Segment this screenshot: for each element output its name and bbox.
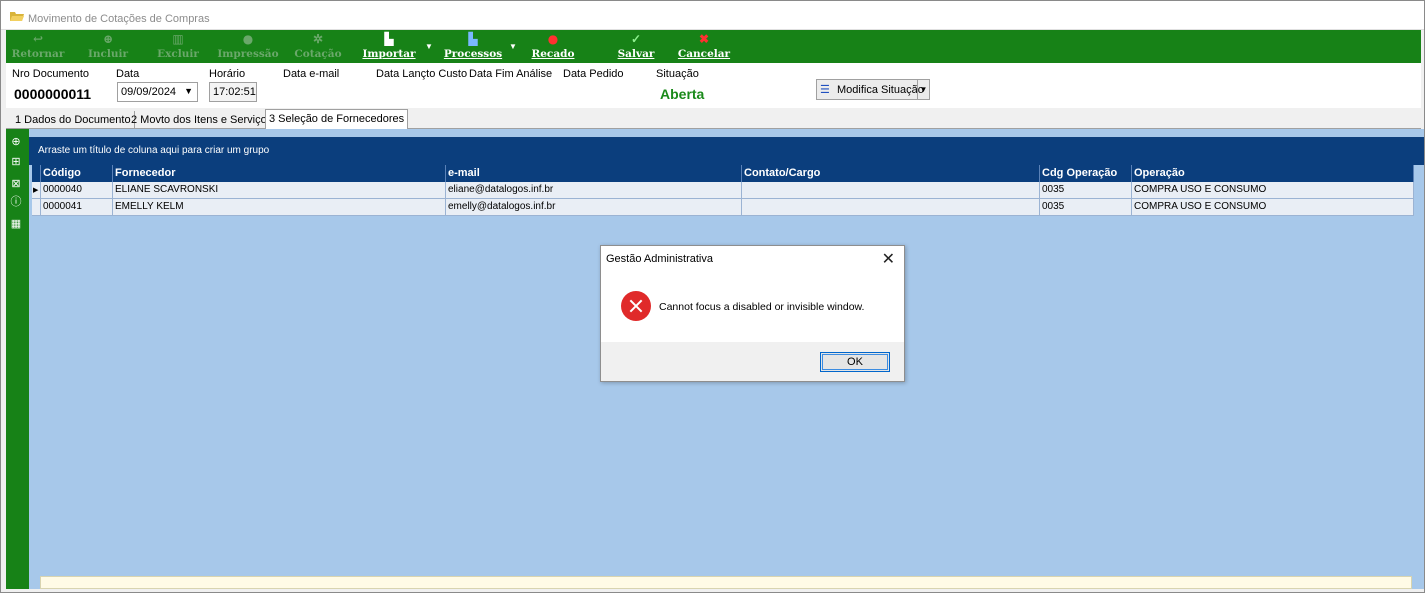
grid-footer — [40, 576, 1412, 589]
undo-icon: ↩ — [32, 32, 44, 46]
message-icon: ● — [547, 32, 559, 46]
tab-selecao-fornecedores[interactable]: 3 Seleção de Fornecedores — [265, 109, 409, 130]
modifica-situacao-label: Modifica Situação — [837, 84, 924, 96]
row-indicator — [32, 199, 41, 216]
recado-button[interactable]: ● Recado — [528, 30, 578, 63]
data-value: 09/09/2024 — [121, 86, 177, 98]
cell-fornecedor[interactable]: EMELLY KELM — [113, 199, 446, 216]
horario-label: Horário — [209, 68, 246, 80]
col-operacao-header[interactable]: Operação — [1132, 165, 1414, 182]
window-title: Movimento de Cotações de Compras — [28, 13, 210, 25]
close-icon[interactable]: ✕ — [882, 249, 895, 269]
cell-operacao[interactable]: COMPRA USO E CONSUMO — [1132, 199, 1414, 216]
tab-bar: 1 Dados do Documento 2 Movto dos Itens e… — [6, 109, 1421, 130]
col-codigo-header[interactable]: Código — [41, 165, 113, 182]
cell-email[interactable]: emelly@datalogos.inf.br — [446, 199, 742, 216]
col-cdg-operacao-header[interactable]: Cdg Operação — [1040, 165, 1132, 182]
date-dropdown-icon[interactable]: ▼ — [184, 86, 193, 96]
table-row[interactable]: 0000041 EMELLY KELM emelly@datalogos.inf… — [32, 199, 1414, 216]
data-pedido-label: Data Pedido — [563, 68, 624, 80]
excluir-button[interactable]: ▥ Excluir — [156, 30, 200, 63]
incluir-button[interactable]: ⊕ Incluir — [86, 30, 130, 63]
nro-documento-label: Nro Documento — [12, 68, 90, 80]
process-document-icon: ▙ — [468, 32, 478, 46]
data-lancto-custo-label: Data Lançto Custo — [376, 68, 468, 80]
importar-button[interactable]: ▙ Importar — [360, 30, 418, 63]
dialog-title: Gestão Administrativa — [606, 253, 713, 265]
situacao-label: Situação — [656, 68, 699, 80]
cell-codigo[interactable]: 0000040 — [41, 182, 113, 199]
col-email-header[interactable]: e-mail — [446, 165, 742, 182]
cell-fornecedor[interactable]: ELIANE SCAVRONSKI — [113, 182, 446, 199]
processos-button[interactable]: ▙ Processos — [442, 30, 504, 63]
tab-dados-documento[interactable]: 1 Dados do Documento — [12, 111, 135, 129]
cotacao-button[interactable]: ✲ Cotação — [292, 30, 344, 63]
trash-icon: ▥ — [172, 32, 184, 46]
grid-header: Código Fornecedor e-mail Contato/Cargo C… — [32, 165, 1414, 182]
app-folder-icon — [10, 12, 24, 21]
error-icon — [621, 291, 651, 321]
gear-icon: ✲ — [312, 32, 324, 46]
cell-email[interactable]: eliane@datalogos.inf.br — [446, 182, 742, 199]
tab-movto-itens-servicos[interactable]: 2 Movto dos Itens e Serviços — [128, 111, 277, 129]
list-icon: ☰ — [820, 84, 830, 96]
import-document-icon: ▙ — [384, 32, 394, 46]
main-toolbar: ↩ Retornar ⊕ Incluir ▥ Excluir ● Impress… — [6, 30, 1421, 63]
data-fim-analise-label: Data Fim Análise — [469, 68, 553, 80]
current-row-indicator-icon: ▶ — [32, 182, 41, 199]
table-row[interactable]: ▶ 0000040 ELIANE SCAVRONSKI eliane@datal… — [32, 182, 1414, 199]
add-row-icon[interactable]: ⊕ — [9, 135, 23, 149]
error-dialog: Gestão Administrativa ✕ Cannot focus a d… — [600, 245, 905, 382]
checkmark-icon: ✓ — [630, 32, 642, 46]
data-date-picker[interactable]: 09/09/2024 ▼ — [117, 82, 198, 102]
nro-documento-value: 0000000011 — [14, 86, 92, 102]
dialog-message: Cannot focus a disabled or invisible win… — [659, 301, 865, 313]
printer-icon: ● — [242, 32, 254, 46]
data-email-label: Data e-mail — [283, 68, 340, 80]
horario-field[interactable]: 17:02:51 — [209, 82, 257, 102]
main-window: Movimento de Cotações de Compras ↩ Retor… — [0, 0, 1425, 593]
col-contato-cargo-header[interactable]: Contato/Cargo — [742, 165, 1040, 182]
modifica-situacao-button[interactable]: ☰ Modifica Situação ▼ — [816, 79, 930, 100]
cell-codigo[interactable]: 0000041 — [41, 199, 113, 216]
cancelar-button[interactable]: ✖ Cancelar — [674, 30, 734, 63]
cell-contato-cargo[interactable] — [742, 182, 1040, 199]
plus-circle-icon: ⊕ — [102, 32, 114, 46]
cell-contato-cargo[interactable] — [742, 199, 1040, 216]
title-bar: Movimento de Cotações de Compras — [1, 1, 1424, 30]
filter-grid-icon[interactable]: ⊠ — [9, 177, 23, 191]
cell-cdg-operacao[interactable]: 0035 — [1040, 199, 1132, 216]
fornecedores-grid: Código Fornecedor e-mail Contato/Cargo C… — [32, 165, 1414, 216]
group-hint-text: Arraste um título de coluna aqui para cr… — [38, 145, 270, 156]
col-fornecedor-header[interactable]: Fornecedor — [113, 165, 446, 182]
salvar-button[interactable]: ✓ Salvar — [611, 30, 661, 63]
cell-cdg-operacao[interactable]: 0035 — [1040, 182, 1132, 199]
indicator-header — [32, 165, 41, 182]
side-toolbar: ⊕ ⊞ ⊠ ⓘ ▦ — [6, 129, 29, 589]
grid-layout-icon[interactable]: ⊞ — [9, 155, 23, 169]
document-header: Nro Documento Data Horário Data e-mail D… — [6, 63, 1421, 108]
x-icon: ✖ — [698, 32, 710, 46]
cell-operacao[interactable]: COMPRA USO E CONSUMO — [1132, 182, 1414, 199]
processos-dropdown-icon[interactable]: ▼ — [509, 42, 517, 51]
data-label: Data — [116, 68, 140, 80]
group-by-area[interactable]: Arraste um título de coluna aqui para cr… — [29, 137, 1424, 165]
info-icon[interactable]: ⓘ — [9, 195, 23, 209]
horario-value: 17:02:51 — [213, 86, 256, 98]
ok-button[interactable]: OK — [820, 352, 890, 372]
grid-export-icon[interactable]: ▦ — [9, 217, 23, 231]
modifica-situacao-dropdown-icon[interactable]: ▼ — [917, 80, 929, 99]
impressao-button[interactable]: ● Impressão — [216, 30, 280, 63]
importar-dropdown-icon[interactable]: ▼ — [425, 42, 433, 51]
retornar-button[interactable]: ↩ Retornar — [10, 30, 66, 63]
situacao-value: Aberta — [660, 86, 705, 102]
dialog-button-area: OK — [601, 342, 904, 381]
